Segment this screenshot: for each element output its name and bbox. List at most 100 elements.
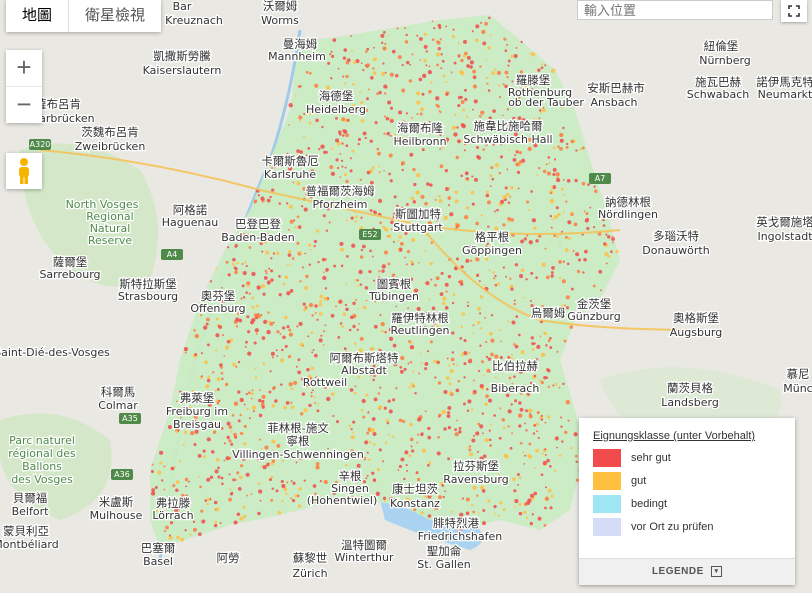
place-label: Karlsruhe — [264, 168, 317, 181]
place-label: Nürnberg — [699, 54, 751, 67]
map-type-control: 地圖 衛星檢視 — [6, 0, 162, 32]
pegman-icon — [19, 158, 29, 184]
place-label: Donauwörth — [642, 244, 709, 257]
place-label: Worms — [261, 14, 299, 27]
map-tab[interactable]: 地圖 — [6, 0, 68, 32]
road-shield: A36 — [111, 469, 133, 480]
place-label: 英戈爾施塔 — [756, 215, 812, 229]
svg-text:A36: A36 — [114, 470, 130, 479]
place-label: Schwabach — [687, 88, 750, 101]
place-label: 蒙貝利亞 — [3, 524, 49, 538]
place-label: 阿爾布斯塔特 — [330, 351, 399, 365]
legend-title: Eignungsklasse (unter Vorbehalt) — [593, 430, 756, 442]
place-label: (Hohentwiel) — [307, 494, 378, 507]
legend-toggle-button[interactable]: LEGENDE ▾ — [579, 558, 795, 585]
place-label: Kreuznach — [165, 14, 223, 27]
place-label: Ravensburg — [443, 473, 508, 486]
place-label: 凱撒斯勞騰 — [153, 49, 211, 63]
place-label: Belfort — [12, 505, 49, 518]
place-label: Offenburg — [190, 302, 245, 315]
place-label: Zweibrücken — [75, 140, 146, 153]
place-label: 斯圖加特 — [395, 207, 441, 221]
place-label: 訥德林根 — [605, 195, 651, 209]
street-view-button[interactable] — [6, 153, 42, 189]
legend-item-vor-ort: vor Ort zu prüfen — [593, 517, 714, 537]
place-label: 諾伊馬克特 — [756, 75, 812, 89]
fullscreen-button[interactable] — [781, 0, 807, 22]
place-label: 斯特拉斯堡 — [119, 277, 177, 291]
zoom-control: + − — [6, 50, 42, 123]
zoom-out-button[interactable]: − — [6, 87, 42, 123]
place-label: 康士坦茨 — [392, 482, 438, 496]
place-label: régional des — [8, 447, 76, 460]
legend-item-sehr-gut: sehr gut — [593, 448, 671, 468]
place-label: Münc — [783, 382, 812, 395]
place-label: 海爾布隆 — [397, 121, 443, 135]
place-label: 阿格諾 — [173, 203, 208, 217]
place-label: 慕尼 — [787, 367, 810, 381]
legend-label: bedingt — [631, 498, 668, 510]
place-label: Schwäbisch Hall — [463, 133, 552, 146]
svg-text:A7: A7 — [595, 174, 606, 183]
road-shield: A320 — [29, 139, 51, 150]
place-label: Kaiserslautern — [143, 64, 222, 77]
place-label: 格平根 — [475, 230, 510, 244]
legend-toggle-label: LEGENDE — [651, 566, 704, 577]
place-label: Baden-Baden — [221, 231, 295, 244]
place-label: Ansbach — [591, 96, 638, 109]
place-label: ob der Tauber — [508, 96, 584, 109]
place-label: 奧格斯堡 — [673, 311, 719, 325]
legend-label: vor Ort zu prüfen — [631, 521, 714, 533]
place-label: 阿勞 — [217, 551, 240, 565]
place-label: Saint-Dié-des-Vosges — [0, 346, 110, 359]
place-label: 拉芬斯堡 — [453, 459, 499, 473]
place-label: 烏爾姆 — [531, 306, 566, 320]
legend-swatch — [593, 449, 621, 467]
zoom-in-button[interactable]: + — [6, 50, 42, 87]
place-label: Nördlingen — [598, 208, 658, 221]
place-label: 羅滕堡 — [516, 73, 551, 87]
legend-panel: Eignungsklasse (unter Vorbehalt) sehr gu… — [579, 418, 795, 585]
place-label: St. Gallen — [417, 558, 470, 571]
place-label: Ingolstadt — [757, 230, 812, 243]
place-label: 辛根 — [339, 469, 362, 483]
place-label: 米盧斯 — [99, 495, 134, 509]
place-label: Tübingen — [368, 290, 419, 303]
place-label: Rottweil — [303, 376, 347, 389]
place-label: 安斯巴赫市 — [587, 81, 645, 95]
place-label: 卡爾斯魯厄 — [261, 154, 319, 168]
road-shield: A4 — [161, 249, 183, 260]
place-label: Freiburg im — [166, 405, 228, 418]
place-label: Neumarkt — [758, 88, 812, 101]
place-label: 茨魏布呂肯 — [81, 125, 139, 139]
place-label: 海德堡 — [319, 89, 354, 103]
place-label: Zürich — [292, 567, 327, 580]
place-label: Augsburg — [670, 326, 722, 339]
place-label: 弗萊堡 — [180, 391, 215, 405]
place-label: Göppingen — [462, 244, 522, 257]
place-label: 巴登巴登 — [235, 217, 281, 231]
place-label: des Vosges — [11, 473, 73, 486]
fullscreen-icon — [788, 5, 800, 17]
place-label: Heilbronn — [393, 135, 446, 148]
place-label: 比伯拉赫 — [492, 359, 538, 373]
legend-item-bedingt: bedingt — [593, 494, 667, 514]
place-label: 普福爾茨海姆 — [306, 184, 375, 198]
road-shield: E52 — [359, 229, 381, 240]
place-label: 蘭茨貝格 — [667, 381, 713, 395]
place-label: 施韋比施哈爾 — [474, 119, 543, 133]
place-label: 紐倫堡 — [704, 39, 739, 53]
legend-swatch — [593, 495, 621, 513]
place-label: Lörrach — [152, 509, 193, 522]
place-label: Ballons — [22, 460, 62, 473]
road-shield: A7 — [589, 173, 611, 184]
place-label: Biberach — [491, 382, 540, 395]
place-label: Winterthur — [334, 551, 394, 564]
place-label: Colmar — [98, 399, 138, 412]
satellite-tab[interactable]: 衛星檢視 — [68, 0, 161, 32]
legend-swatch — [593, 518, 621, 536]
svg-text:E52: E52 — [362, 230, 377, 239]
place-label: 貝爾福 — [13, 491, 48, 505]
place-label: 多瑙沃特 — [653, 229, 699, 243]
location-search-input[interactable] — [577, 0, 773, 20]
